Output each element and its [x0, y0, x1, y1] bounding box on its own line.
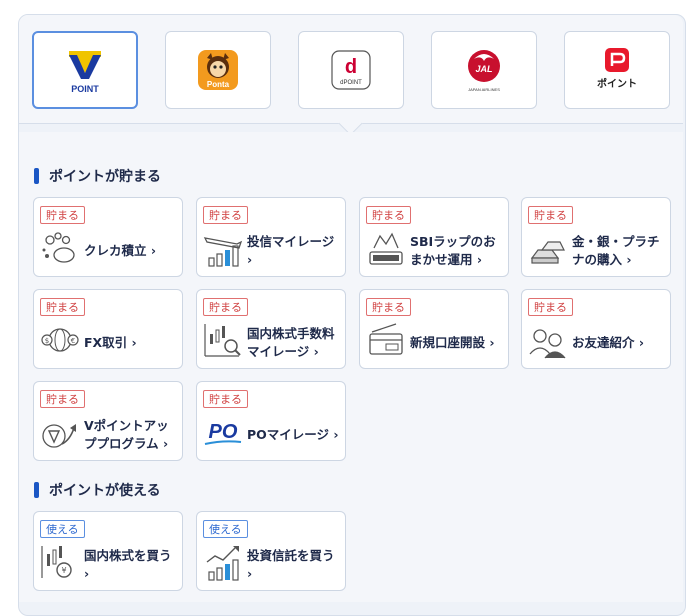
- card-label: 国内株式を買う ›: [84, 548, 172, 581]
- earn-badge: 貯まる: [366, 206, 411, 224]
- earn-badge: 貯まる: [528, 298, 573, 316]
- card-new-account[interactable]: 貯まる 新規口座開設 ›: [359, 289, 509, 369]
- bank-card-icon: [369, 323, 403, 355]
- v-point-logo-icon: POINT: [69, 51, 101, 94]
- tab-paypay-point[interactable]: ポイント: [564, 31, 670, 109]
- v-point-up-icon: [42, 424, 76, 448]
- card-label: 金・銀・プラチナの購入 ›: [572, 234, 660, 267]
- tab-v-point[interactable]: POINT: [32, 31, 138, 109]
- card-label: 投信マイレージ ›: [247, 234, 335, 267]
- card-buy-domestic-stocks[interactable]: 使える ¥ 国内株式を買う ›: [33, 511, 183, 591]
- po-mileage-icon: PO: [204, 421, 242, 445]
- d-point-logo-icon: d dPOINT: [331, 50, 371, 90]
- card-label: クレカ積立 ›: [84, 243, 157, 258]
- card-credit-card-savings[interactable]: 貯まる クレカ積立 ›: [33, 197, 183, 277]
- card-fund-mileage[interactable]: 貯まる 投信マイレージ ›: [196, 197, 346, 277]
- svg-text:$: $: [45, 337, 49, 345]
- earn-badge: 貯まる: [40, 390, 85, 408]
- card-sbi-wrap[interactable]: 貯まる SBIラップのおまかせ運用 ›: [359, 197, 509, 277]
- svg-text:¥: ¥: [61, 566, 66, 575]
- svg-text:€: €: [71, 337, 75, 345]
- fund-chart-icon: [206, 546, 239, 581]
- earn-badge: 貯まる: [203, 298, 248, 316]
- section-accent-bar: [34, 482, 39, 498]
- section-title-earn: ポイントが貯まる: [34, 166, 161, 186]
- card-buy-investment-trusts[interactable]: 使える 投資信託を買う ›: [196, 511, 346, 591]
- card-fx-trading[interactable]: 貯まる $ € FX取引 ›: [33, 289, 183, 369]
- tab-label: POINT: [71, 84, 99, 94]
- friends-icon: [529, 329, 566, 359]
- tab-d-point[interactable]: d dPOINT: [298, 31, 404, 109]
- earn-badge: 貯まる: [203, 206, 248, 224]
- section-title-use: ポイントが使える: [34, 480, 161, 500]
- card-label: POマイレージ ›: [247, 427, 339, 442]
- svg-text:d: d: [345, 56, 357, 78]
- section-accent-bar: [34, 168, 39, 184]
- section-title-text: ポイントが貯まる: [49, 169, 161, 185]
- svg-text:PO: PO: [209, 421, 238, 443]
- earn-badge: 貯まる: [366, 298, 411, 316]
- card-po-mileage[interactable]: 貯まる PO POマイレージ ›: [196, 381, 346, 461]
- airplane-chart-icon: [203, 237, 243, 267]
- card-v-point-up[interactable]: 貯まる Vポイントアッププログラム ›: [33, 381, 183, 461]
- card-label: 国内株式手数料マイレージ ›: [247, 326, 335, 359]
- gold-bars-icon: [530, 241, 565, 264]
- sbi-wrap-icon: [369, 232, 403, 265]
- earn-badge: 貯まる: [203, 390, 248, 408]
- card-label: 新規口座開設 ›: [410, 335, 495, 350]
- earn-badge: 貯まる: [528, 206, 573, 224]
- card-label: 投資信託を買う ›: [247, 548, 335, 581]
- use-badge: 使える: [203, 520, 248, 538]
- ponta-logo-icon: Ponta: [198, 50, 238, 90]
- card-stock-fee-mileage[interactable]: 貯まる 国内株式手数料マイレージ ›: [196, 289, 346, 369]
- stock-yen-icon: ¥: [41, 546, 72, 578]
- card-label: お友達紹介 ›: [572, 335, 645, 350]
- use-badge: 使える: [40, 520, 85, 538]
- tab-ponta[interactable]: Ponta: [165, 31, 271, 109]
- card-label: Vポイントアッププログラム ›: [84, 418, 169, 451]
- candlestick-magnifier-icon: [204, 324, 241, 357]
- earn-badge: 貯まる: [40, 206, 85, 224]
- tab-label: Ponta: [207, 80, 230, 89]
- tab-jal[interactable]: JAL JAPAN AIRLINES: [431, 31, 537, 109]
- coins-piggy-icon: [42, 232, 75, 263]
- card-label: SBIラップのおまかせ運用 ›: [410, 234, 496, 267]
- jal-crane-logo-icon: JAL JAPAN AIRLINES: [468, 50, 500, 92]
- paypay-logo-icon: ポイント: [597, 48, 637, 90]
- card-label: FX取引 ›: [84, 335, 137, 350]
- earn-badge: 貯まる: [40, 298, 85, 316]
- tab-sublabel: JAPAN AIRLINES: [468, 87, 500, 92]
- tab-label: ポイント: [597, 77, 637, 90]
- currency-globe-icon: $ €: [41, 328, 79, 352]
- card-precious-metals[interactable]: 貯まる 金・銀・プラチナの購入 ›: [521, 197, 671, 277]
- tab-label: dPOINT: [340, 80, 362, 86]
- tab-label: JAL: [475, 64, 492, 74]
- card-friend-referral[interactable]: 貯まる お友達紹介 ›: [521, 289, 671, 369]
- section-title-text: ポイントが使える: [49, 483, 161, 499]
